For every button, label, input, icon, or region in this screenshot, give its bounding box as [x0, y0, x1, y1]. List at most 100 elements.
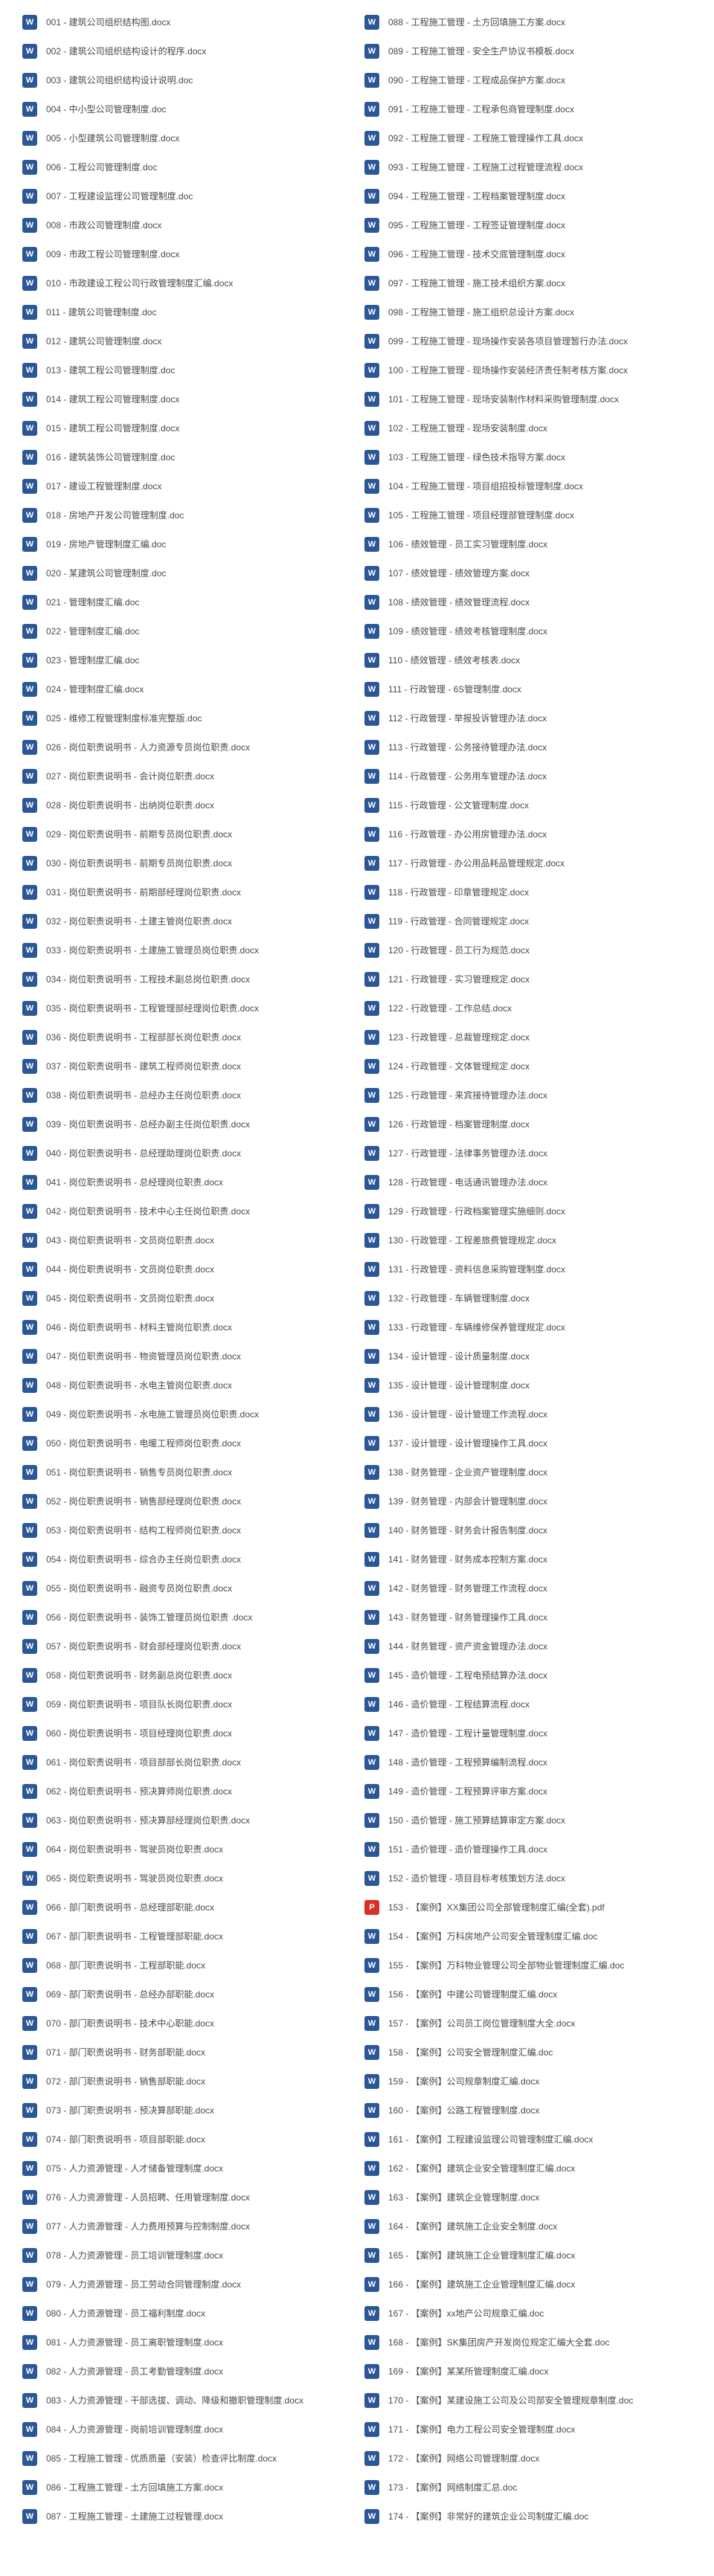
file-row[interactable]: W044 - 岗位职责说明书 - 文员岗位职责.docx [15, 1255, 357, 1284]
file-row[interactable]: W139 - 财务管理 - 内部会计管理制度.docx [357, 1487, 699, 1516]
file-row[interactable]: W012 - 建筑公司管理制度.docx [15, 326, 357, 355]
file-row[interactable]: W049 - 岗位职责说明书 - 水电施工管理员岗位职责.docx [15, 1400, 357, 1429]
file-row[interactable]: W170 - 【案例】某建设施工公司及公司部安全管理规章制度.doc [357, 2386, 699, 2415]
file-row[interactable]: W072 - 部门职责说明书 - 销售部职能.docx [15, 2067, 357, 2096]
file-row[interactable]: W174 - 【案例】非常好的建筑企业公司制度汇编.doc [357, 2502, 699, 2531]
file-row[interactable]: W039 - 岗位职责说明书 - 总经办副主任岗位职责.docx [15, 1110, 357, 1139]
file-row[interactable]: W080 - 人力资源管理 - 员工福利制度.docx [15, 2299, 357, 2328]
file-row[interactable]: W095 - 工程施工管理 - 工程签证管理制度.docx [357, 210, 699, 239]
file-row[interactable]: W076 - 人力资源管理 - 人员招聘、任用管理制度.docx [15, 2183, 357, 2212]
file-row[interactable]: W073 - 部门职责说明书 - 预决算部职能.docx [15, 2096, 357, 2125]
file-row[interactable]: W035 - 岗位职责说明书 - 工程管理部经理岗位职责.docx [15, 994, 357, 1023]
file-row[interactable]: W159 - 【案例】公司规章制度汇编.docx [357, 2067, 699, 2096]
file-row[interactable]: W162 - 【案例】建筑企业安全管理制度汇编.docx [357, 2154, 699, 2183]
file-row[interactable]: W101 - 工程施工管理 - 现场安装制作材料采购管理制度.docx [357, 384, 699, 413]
file-row[interactable]: W145 - 造价管理 - 工程电预结算办法.docx [357, 1661, 699, 1690]
file-row[interactable]: W125 - 行政管理 - 来宾接待管理办法.docx [357, 1081, 699, 1110]
file-row[interactable]: W052 - 岗位职责说明书 - 销售部经理岗位职责.docx [15, 1487, 357, 1516]
file-row[interactable]: W026 - 岗位职责说明书 - 人力资源专员岗位职责.docx [15, 732, 357, 761]
file-row[interactable]: W053 - 岗位职责说明书 - 结构工程师岗位职责.docx [15, 1516, 357, 1545]
file-row[interactable]: W126 - 行政管理 - 档案管理制度.docx [357, 1110, 699, 1139]
file-row[interactable]: W041 - 岗位职责说明书 - 总经理岗位职责.docx [15, 1168, 357, 1197]
file-row[interactable]: W043 - 岗位职责说明书 - 文员岗位职责.docx [15, 1226, 357, 1255]
file-row[interactable]: W055 - 岗位职责说明书 - 融资专员岗位职责.docx [15, 1574, 357, 1603]
file-row[interactable]: W040 - 岗位职责说明书 - 总经理助理岗位职责.docx [15, 1139, 357, 1168]
file-row[interactable]: W092 - 工程施工管理 - 工程施工管理操作工具.docx [357, 123, 699, 152]
file-row[interactable]: W031 - 岗位职责说明书 - 前期部经理岗位职责.docx [15, 878, 357, 907]
file-row[interactable]: W147 - 造价管理 - 工程计量管理制度.docx [357, 1719, 699, 1748]
file-row[interactable]: W014 - 建筑工程公司管理制度.docx [15, 384, 357, 413]
file-row[interactable]: W135 - 设计管理 - 设计管理制度.docx [357, 1371, 699, 1400]
file-row[interactable]: W144 - 财务管理 - 资产资金管理办法.docx [357, 1632, 699, 1661]
file-row[interactable]: W120 - 行政管理 - 员工行为规范.docx [357, 936, 699, 965]
file-row[interactable]: W123 - 行政管理 - 总裁管理规定.docx [357, 1023, 699, 1052]
file-row[interactable]: W011 - 建筑公司管理制度.doc [15, 297, 357, 326]
file-row[interactable]: W148 - 造价管理 - 工程预算编制流程.docx [357, 1748, 699, 1777]
file-row[interactable]: W128 - 行政管理 - 电话通讯管理办法.docx [357, 1168, 699, 1197]
file-row[interactable]: W069 - 部门职责说明书 - 总经办部职能.docx [15, 1980, 357, 2009]
file-row[interactable]: W003 - 建筑公司组织结构设计说明.doc [15, 65, 357, 94]
file-row[interactable]: W057 - 岗位职责说明书 - 财会部经理岗位职责.docx [15, 1632, 357, 1661]
file-row[interactable]: W160 - 【案例】公路工程管理制度.docx [357, 2096, 699, 2125]
file-row[interactable]: W068 - 部门职责说明书 - 工程部职能.docx [15, 1951, 357, 1980]
file-row[interactable]: W109 - 绩效管理 - 绩效考核管理制度.docx [357, 616, 699, 645]
file-row[interactable]: W019 - 房地产管理制度汇编.doc [15, 529, 357, 558]
file-row[interactable]: W112 - 行政管理 - 举报投诉管理办法.docx [357, 703, 699, 732]
file-row[interactable]: W037 - 岗位职责说明书 - 建筑工程师岗位职责.docx [15, 1052, 357, 1081]
file-row[interactable]: W060 - 岗位职责说明书 - 项目经理岗位职责.docx [15, 1719, 357, 1748]
file-row[interactable]: W028 - 岗位职责说明书 - 出纳岗位职责.docx [15, 790, 357, 820]
file-row[interactable]: W102 - 工程施工管理 - 现场安装制度.docx [357, 413, 699, 442]
file-row[interactable]: W070 - 部门职责说明书 - 技术中心职能.docx [15, 2009, 357, 2038]
file-row[interactable]: W002 - 建筑公司组织结构设计的程序.docx [15, 36, 357, 65]
file-row[interactable]: W075 - 人力资源管理 - 人才储备管理制度.docx [15, 2154, 357, 2183]
file-row[interactable]: W045 - 岗位职责说明书 - 文员岗位职责.docx [15, 1284, 357, 1313]
file-row[interactable]: W141 - 财务管理 - 财务成本控制方案.docx [357, 1545, 699, 1574]
file-row[interactable]: W127 - 行政管理 - 法律事务管理办法.docx [357, 1139, 699, 1168]
file-row[interactable]: W018 - 房地产开发公司管理制度.doc [15, 500, 357, 529]
file-row[interactable]: W016 - 建筑装饰公司管理制度.doc [15, 442, 357, 471]
file-row[interactable]: W008 - 市政公司管理制度.docx [15, 210, 357, 239]
file-row[interactable]: W137 - 设计管理 - 设计管理操作工具.docx [357, 1429, 699, 1458]
file-row[interactable]: W156 - 【案例】中建公司管理制度汇编.docx [357, 1980, 699, 2009]
file-row[interactable]: W122 - 行政管理 - 工作总结.docx [357, 994, 699, 1023]
file-row[interactable]: W133 - 行政管理 - 车辆维修保养管理规定.docx [357, 1313, 699, 1342]
file-row[interactable]: W089 - 工程施工管理 - 安全生产协议书模板.docx [357, 36, 699, 65]
file-row[interactable]: W024 - 管理制度汇编.docx [15, 674, 357, 703]
file-row[interactable]: W029 - 岗位职责说明书 - 前期专员岗位职责.docx [15, 820, 357, 849]
file-row[interactable]: W005 - 小型建筑公司管理制度.docx [15, 123, 357, 152]
file-row[interactable]: W099 - 工程施工管理 - 现场操作安装各项目管理暂行办法.docx [357, 326, 699, 355]
file-row[interactable]: W100 - 工程施工管理 - 现场操作安装经济责任制考核方案.docx [357, 355, 699, 384]
file-row[interactable]: W167 - 【案例】xx地产公司规章汇编.doc [357, 2299, 699, 2328]
file-row[interactable]: W138 - 财务管理 - 企业资产管理制度.docx [357, 1458, 699, 1487]
file-row[interactable]: W118 - 行政管理 - 印章管理规定.docx [357, 878, 699, 907]
file-row[interactable]: W042 - 岗位职责说明书 - 技术中心主任岗位职责.docx [15, 1197, 357, 1226]
file-row[interactable]: W083 - 人力资源管理 - 干部选拔、调动、降级和撤职管理制度.docx [15, 2386, 357, 2415]
file-row[interactable]: W131 - 行政管理 - 资料信息采购管理制度.docx [357, 1255, 699, 1284]
file-row[interactable]: W071 - 部门职责说明书 - 财务部职能.docx [15, 2038, 357, 2067]
file-row[interactable]: W085 - 工程施工管理 - 优质质量（安装）检查评比制度.docx [15, 2444, 357, 2473]
file-row[interactable]: W105 - 工程施工管理 - 项目经理部管理制度.docx [357, 500, 699, 529]
file-row[interactable]: W009 - 市政工程公司管理制度.docx [15, 239, 357, 268]
file-row[interactable]: W061 - 岗位职责说明书 - 项目部部长岗位职责.docx [15, 1748, 357, 1777]
file-row[interactable]: W094 - 工程施工管理 - 工程档案管理制度.docx [357, 181, 699, 210]
file-row[interactable]: W025 - 维修工程管理制度标准完整版.doc [15, 703, 357, 732]
file-row[interactable]: W161 - 【案例】工程建设监理公司管理制度汇编.docx [357, 2125, 699, 2154]
file-row[interactable]: W132 - 行政管理 - 车辆管理制度.docx [357, 1284, 699, 1313]
file-row[interactable]: W116 - 行政管理 - 办公用房管理办法.docx [357, 820, 699, 849]
file-row[interactable]: W064 - 岗位职责说明书 - 驾驶员岗位职责.docx [15, 1835, 357, 1864]
file-row[interactable]: W104 - 工程施工管理 - 项目组招投标管理制度.docx [357, 471, 699, 500]
file-row[interactable]: W066 - 部门职责说明书 - 总经理部职能.docx [15, 1893, 357, 1922]
file-row[interactable]: W033 - 岗位职责说明书 - 土建施工管理员岗位职责.docx [15, 936, 357, 965]
file-row[interactable]: W054 - 岗位职责说明书 - 综合办主任岗位职责.docx [15, 1545, 357, 1574]
file-row[interactable]: W082 - 人力资源管理 - 员工考勤管理制度.docx [15, 2357, 357, 2386]
file-row[interactable]: W096 - 工程施工管理 - 技术交底管理制度.docx [357, 239, 699, 268]
file-row[interactable]: W065 - 岗位职责说明书 - 驾驶员岗位职责.docx [15, 1864, 357, 1893]
file-row[interactable]: W050 - 岗位职责说明书 - 电暖工程师岗位职责.docx [15, 1429, 357, 1458]
file-row[interactable]: W034 - 岗位职责说明书 - 工程技术副总岗位职责.docx [15, 965, 357, 994]
file-row[interactable]: W158 - 【案例】公司安全管理制度汇编.doc [357, 2038, 699, 2067]
file-row[interactable]: W097 - 工程施工管理 - 施工技术组织方案.docx [357, 268, 699, 297]
file-row[interactable]: W151 - 造价管理 - 造价管理操作工具.docx [357, 1835, 699, 1864]
file-row[interactable]: W079 - 人力资源管理 - 员工劳动合同管理制度.docx [15, 2270, 357, 2299]
file-row[interactable]: W146 - 造价管理 - 工程结算流程.docx [357, 1690, 699, 1719]
file-row[interactable]: W010 - 市政建设工程公司行政管理制度汇编.docx [15, 268, 357, 297]
